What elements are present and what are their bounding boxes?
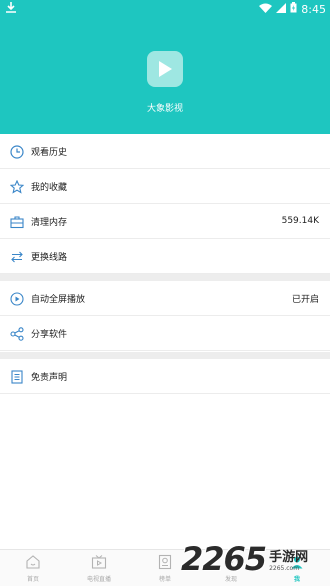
menu-item-auto-fullscreen[interactable]: 自动全屏播放 已开启 <box>0 281 330 316</box>
menu-item-share-app[interactable]: 分享软件 <box>0 316 330 351</box>
menu-group-3: 免责声明 <box>0 359 330 394</box>
menu-item-label: 更换线路 <box>31 252 68 263</box>
auto-fullscreen-status: 已开启 <box>291 294 319 305</box>
menu-item-label: 分享软件 <box>31 329 68 340</box>
menu-item-label: 清理内存 <box>31 217 68 228</box>
menu-item-clear-memory[interactable]: 清理内存 559.14K <box>0 204 330 239</box>
menu-item-switch-route[interactable]: 更换线路 <box>0 239 330 274</box>
menu-group-2: 自动全屏播放 已开启 分享软件 <box>0 281 330 351</box>
watermark-number: 2265 <box>181 539 267 578</box>
menu-item-label: 自动全屏播放 <box>31 294 86 305</box>
menu-item-label: 免责声明 <box>31 372 68 383</box>
tab-label: 电视直播 <box>86 576 111 583</box>
memory-size-value: 559.14K <box>281 216 319 226</box>
wifi-icon <box>259 3 273 16</box>
signal-icon <box>276 2 287 16</box>
tv-icon <box>91 554 107 570</box>
menu-item-watch-history[interactable]: 观看历史 <box>0 134 330 169</box>
briefcase-icon <box>10 214 24 229</box>
tab-home[interactable]: 首页 <box>0 550 66 586</box>
star-icon <box>9 179 25 194</box>
tab-label: 首页 <box>26 576 39 583</box>
menu-item-label: 观看历史 <box>31 147 68 158</box>
home-icon <box>25 554 41 570</box>
download-icon <box>6 2 16 16</box>
menu-item-favorites[interactable]: 我的收藏 <box>0 169 330 204</box>
play-circle-icon <box>10 291 24 306</box>
menu-item-label: 我的收藏 <box>31 182 68 193</box>
section-divider <box>0 274 330 281</box>
status-time: 8:45 <box>301 2 326 16</box>
status-bar: 8:45 <box>0 0 330 18</box>
app-logo <box>147 51 183 87</box>
share-icon <box>10 326 24 341</box>
clock-icon <box>10 144 24 159</box>
tab-tv-live[interactable]: 电视直播 <box>66 550 132 586</box>
switch-route-icon <box>10 249 24 263</box>
profile-header: 8:45 大象影视 <box>0 0 330 134</box>
ranking-icon <box>157 554 173 570</box>
watermark-domain: 2265.com <box>269 564 300 572</box>
app-name: 大象影视 <box>146 104 183 114</box>
battery-icon <box>290 2 297 16</box>
section-divider <box>0 352 330 359</box>
menu-group-1: 观看历史 我的收藏 清理内存 559.14K 更换线路 <box>0 134 330 274</box>
watermark-site-name: 手游网 <box>269 549 309 565</box>
menu-item-disclaimer[interactable]: 免责声明 <box>0 359 330 394</box>
site-watermark: 2265 手游网 2265.com <box>181 531 330 586</box>
document-icon <box>10 369 24 384</box>
